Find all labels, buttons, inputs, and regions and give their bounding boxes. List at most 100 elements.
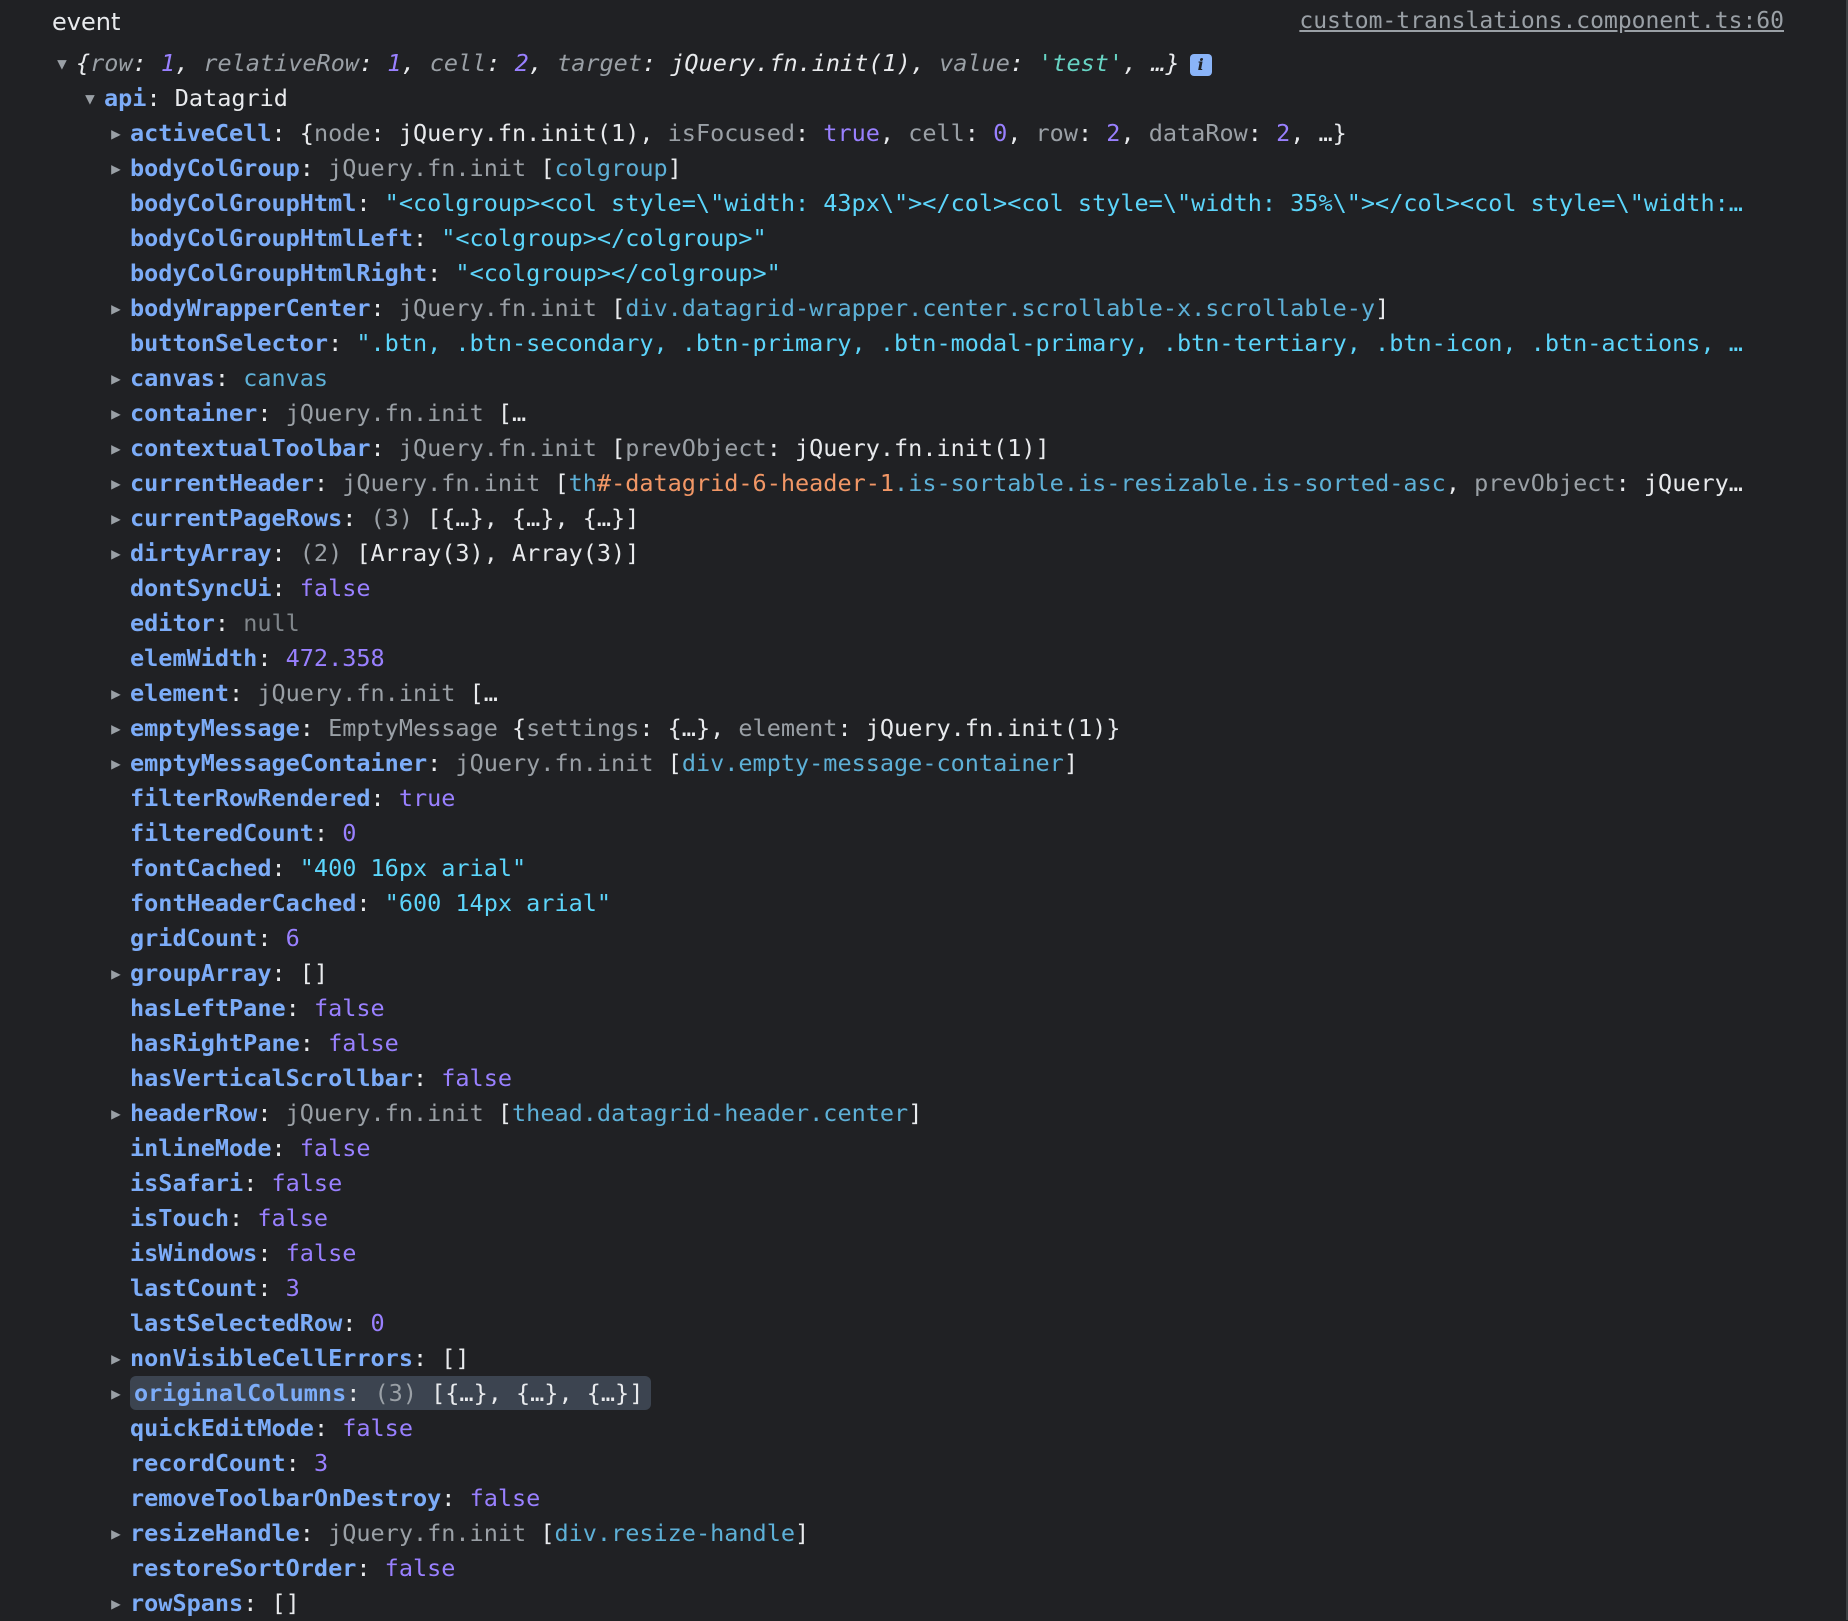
value-token: jQuery.fn.init xyxy=(285,399,498,427)
triangle-right-icon[interactable]: ▶ xyxy=(106,1096,126,1131)
property-row-rowSpans[interactable]: ▶ rowSpans: [] xyxy=(0,1586,1846,1621)
value-token: null xyxy=(243,609,300,637)
property-row-recordCount: recordCount: 3 xyxy=(130,1449,329,1477)
value-token: , …} xyxy=(1123,49,1180,77)
property-key: restoreSortOrder xyxy=(130,1554,357,1582)
property-key: lastSelectedRow xyxy=(130,1309,343,1337)
value-token: ] xyxy=(1375,294,1390,322)
value-token: EmptyMessage xyxy=(328,714,513,742)
value-token: , …} xyxy=(1290,119,1347,147)
property-row-groupArray[interactable]: ▶ groupArray: [] xyxy=(0,956,1846,991)
property-row-emptyMessageContainer[interactable]: ▶ emptyMessageContainer: jQuery.fn.init [… xyxy=(0,746,1846,781)
property-row-nonVisibleCellErrors[interactable]: ▶ nonVisibleCellErrors: [] xyxy=(0,1341,1846,1376)
property-row-quickEditMode: quickEditMode: false xyxy=(130,1414,413,1442)
triangle-right-icon[interactable]: ▶ xyxy=(106,116,126,151)
value-token: ] xyxy=(1063,749,1078,777)
property-row-dontSyncUi: dontSyncUi: false xyxy=(130,574,371,602)
info-icon[interactable]: i xyxy=(1189,53,1212,76)
triangle-right-icon[interactable]: ▶ xyxy=(106,431,126,466)
triangle-right-icon[interactable]: ▶ xyxy=(106,746,126,781)
property-row-inlineMode: inlineMode: false xyxy=(130,1134,371,1162)
property-key: filterRowRendered xyxy=(130,784,371,812)
value-token: (2) xyxy=(299,539,357,567)
property-key: bodyColGroup xyxy=(130,154,300,182)
property-type: Datagrid xyxy=(174,84,288,112)
value-token: [ xyxy=(611,294,626,322)
devtools-console: event custom-translations.component.ts:6… xyxy=(0,0,1848,1620)
value-token: 6 xyxy=(285,924,300,952)
value-token: "<colgroup></colgroup>" xyxy=(455,259,781,287)
property-row-originalColumns[interactable]: ▶ originalColumns: (3) [{…}, {…}, {…}] xyxy=(0,1376,1846,1411)
value-token: [ xyxy=(497,1099,513,1127)
property-key: currentHeader xyxy=(130,469,314,497)
triangle-right-icon[interactable]: ▶ xyxy=(106,466,126,501)
root-object-row[interactable]: ▼ {row: 1, relativeRow: 1, cell: 2, targ… xyxy=(0,46,1846,81)
value-token: .is-sortable.is-resizable.is-sorted-asc xyxy=(894,469,1446,497)
property-row-buttonSelector: buttonSelector: ".btn, .btn-secondary, .… xyxy=(130,329,1743,357)
triangle-right-icon[interactable]: ▶ xyxy=(106,676,126,711)
value-token: false xyxy=(469,1484,541,1512)
property-key: bodyWrapperCenter xyxy=(130,294,371,322)
value-token: { xyxy=(76,49,91,77)
property-row-currentPageRows[interactable]: ▶ currentPageRows: (3) [{…}, {…}, {…}] xyxy=(0,501,1846,536)
property-row-contextualToolbar[interactable]: ▶ contextualToolbar: jQuery.fn.init [prev… xyxy=(0,431,1846,466)
value-token: ] xyxy=(667,154,682,182)
property-key: recordCount xyxy=(130,1449,286,1477)
triangle-right-icon[interactable]: ▶ xyxy=(106,1516,126,1551)
property-key: emptyMessage xyxy=(130,714,300,742)
property-key: isWindows xyxy=(130,1239,258,1267)
value-token: target xyxy=(557,49,642,77)
triangle-right-icon[interactable]: ▶ xyxy=(106,361,126,396)
value-token: "<colgroup><col style=\"width: 43px\"></… xyxy=(384,189,1743,217)
property-row-isTouch: isTouch: false xyxy=(130,1204,329,1232)
property-row-fontHeaderCached: fontHeaderCached: "600 14px arial" xyxy=(130,889,612,917)
triangle-right-icon[interactable]: ▶ xyxy=(106,291,126,326)
value-token: 1 xyxy=(160,49,176,77)
value-token: "400 16px arial" xyxy=(299,854,527,882)
property-row-canvas[interactable]: ▶ canvas: canvas xyxy=(0,361,1846,396)
value-token: 2 xyxy=(1276,119,1291,147)
value-token: , xyxy=(910,49,940,77)
value-token: ] xyxy=(908,1099,923,1127)
property-row-gridCount: gridCount: 6 xyxy=(130,924,300,952)
triangle-right-icon[interactable]: ▶ xyxy=(106,536,126,571)
property-row-resizeHandle[interactable]: ▶ resizeHandle: jQuery.fn.init [div.resiz… xyxy=(0,1516,1846,1551)
property-row-emptyMessage[interactable]: ▶ emptyMessage: EmptyMessage {settings: {… xyxy=(0,711,1846,746)
value-token: : xyxy=(1077,119,1107,147)
property-key: fontCached xyxy=(130,854,272,882)
property-row-container[interactable]: ▶ container: jQuery.fn.init [… xyxy=(0,396,1846,431)
property-row-bodyWrapperCenter[interactable]: ▶ bodyWrapperCenter: jQuery.fn.init [div.… xyxy=(0,291,1846,326)
property-row-hasRightPane: hasRightPane: false xyxy=(130,1029,399,1057)
triangle-right-icon[interactable]: ▶ xyxy=(106,501,126,536)
value-token: : xyxy=(1247,119,1277,147)
triangle-right-icon[interactable]: ▶ xyxy=(106,711,126,746)
property-row-bodyColGroupHtmlRight: bodyColGroupHtmlRight: "<colgroup></colg… xyxy=(130,259,781,287)
property-row-activeCell[interactable]: ▶ activeCell: {node: jQuery.fn.init(1), i… xyxy=(0,116,1846,151)
root-object-preview: {row: 1, relativeRow: 1, cell: 2, target… xyxy=(0,46,1180,81)
property-row-bodyColGroup[interactable]: ▶ bodyColGroup: jQuery.fn.init [colgroup] xyxy=(0,151,1846,186)
triangle-right-icon[interactable]: ▶ xyxy=(106,396,126,431)
property-row-headerRow[interactable]: ▶ headerRow: jQuery.fn.init [thead.datagr… xyxy=(0,1096,1846,1131)
property-row-currentHeader[interactable]: ▶ currentHeader: jQuery.fn.init [th#-data… xyxy=(0,466,1846,501)
value-token: [] xyxy=(441,1344,470,1372)
triangle-down-icon[interactable]: ▼ xyxy=(52,46,72,81)
property-key: headerRow xyxy=(130,1099,258,1127)
value-token: [… xyxy=(497,399,527,427)
triangle-right-icon[interactable]: ▶ xyxy=(106,1376,126,1411)
source-location-link[interactable]: custom-translations.component.ts:60 xyxy=(1299,8,1784,34)
property-key: lastCount xyxy=(130,1274,258,1302)
triangle-down-icon[interactable]: ▼ xyxy=(80,81,100,116)
value-token: , xyxy=(1120,119,1149,147)
property-row-dirtyArray[interactable]: ▶ dirtyArray: (2) [Array(3), Array(3)] xyxy=(0,536,1846,571)
triangle-right-icon[interactable]: ▶ xyxy=(106,956,126,991)
triangle-right-icon[interactable]: ▶ xyxy=(106,151,126,186)
api-properties-list: ▶ activeCell: {node: jQuery.fn.init(1), i… xyxy=(0,116,1846,1621)
triangle-right-icon[interactable]: ▶ xyxy=(106,1341,126,1376)
api-property-row[interactable]: ▼ api: Datagrid xyxy=(0,81,1846,116)
triangle-right-icon[interactable]: ▶ xyxy=(106,1586,126,1621)
value-token: node xyxy=(313,119,371,147)
value-token: jQuery.fn.init xyxy=(285,1099,498,1127)
property-row-element[interactable]: ▶ element: jQuery.fn.init [… xyxy=(0,676,1846,711)
value-token: "<colgroup></colgroup>" xyxy=(441,224,767,252)
property-key: nonVisibleCellErrors xyxy=(130,1344,413,1372)
